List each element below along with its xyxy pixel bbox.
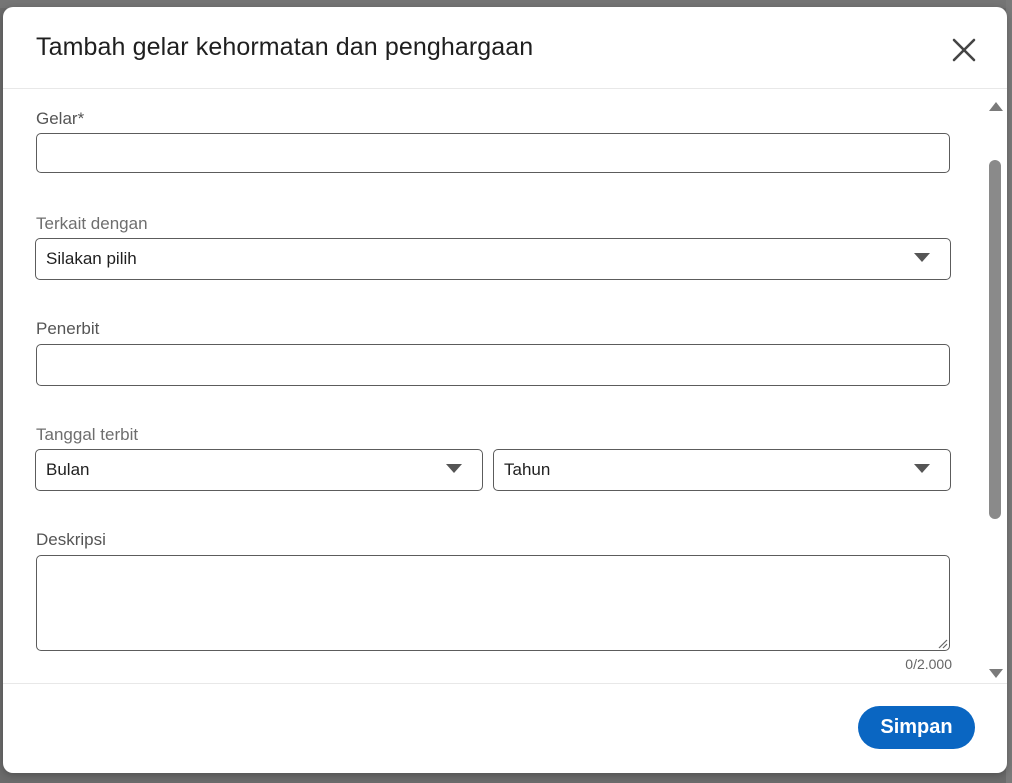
scrollbar-thumb[interactable]: [989, 160, 1001, 519]
associated-with-select[interactable]: Silakan pilih: [35, 238, 951, 280]
close-button[interactable]: [949, 35, 979, 65]
issue-year-select[interactable]: Tahun: [493, 449, 951, 491]
resize-grip-icon[interactable]: [937, 638, 948, 649]
description-label: Deskripsi: [36, 530, 106, 549]
associated-with-value: Silakan pilih: [46, 249, 137, 268]
title-input[interactable]: [36, 133, 950, 173]
close-icon: [952, 38, 976, 62]
issue-date-label: Tanggal terbit: [36, 425, 139, 444]
dialog-footer: Simpan: [3, 683, 1007, 773]
issuer-input[interactable]: [36, 344, 950, 386]
scroll-up-arrow-icon[interactable]: [989, 102, 1003, 111]
scroll-down-arrow-icon[interactable]: [989, 669, 1003, 678]
issue-year-value: Tahun: [504, 460, 551, 479]
associated-with-label: Terkait dengan: [36, 214, 148, 233]
add-honors-awards-dialog: Tambah gelar kehormatan dan penghargaan …: [3, 7, 1007, 773]
title-field-label: Gelar*: [36, 109, 85, 128]
dialog-title: Tambah gelar kehormatan dan penghargaan: [36, 33, 534, 61]
dialog-header: Tambah gelar kehormatan dan penghargaan: [3, 7, 1007, 89]
dialog-scrollbar[interactable]: [987, 102, 1003, 678]
description-char-count: 0/2.000: [905, 656, 952, 672]
save-button[interactable]: Simpan: [858, 706, 975, 749]
chevron-down-icon: [914, 253, 930, 262]
issue-month-select[interactable]: Bulan: [35, 449, 483, 491]
description-textarea[interactable]: [36, 555, 950, 651]
issuer-label: Penerbit: [36, 319, 100, 338]
dialog-body[interactable]: Gelar* Terkait dengan Silakan pilih Pene…: [3, 89, 1007, 684]
chevron-down-icon: [446, 464, 462, 473]
chevron-down-icon: [914, 464, 930, 473]
issue-month-value: Bulan: [46, 460, 90, 479]
